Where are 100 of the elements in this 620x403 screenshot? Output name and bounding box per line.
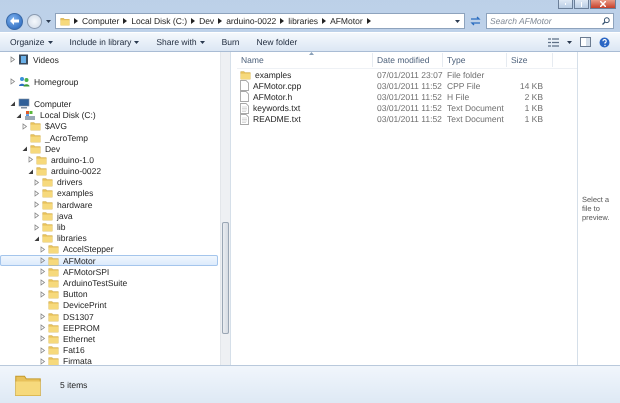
- column-header[interactable]: Size: [507, 53, 553, 67]
- search-icon: [602, 17, 610, 25]
- breadcrumb[interactable]: Local Disk (C:): [131, 16, 188, 26]
- caret-icon: [46, 20, 51, 22]
- tree-item[interactable]: AFMotorSPI: [0, 266, 218, 278]
- scrollbar[interactable]: [220, 52, 230, 365]
- folder-icon: [48, 345, 59, 356]
- minimize-button[interactable]: [558, 0, 573, 9]
- collapsed-arrow-icon[interactable]: [9, 56, 16, 64]
- tree-item[interactable]: examples: [0, 188, 218, 200]
- breadcrumb[interactable]: arduino-0022: [226, 16, 276, 26]
- address-bar[interactable]: Computer Local Disk (C:) Dev arduino-0022 libraries AFMotor: [55, 13, 465, 29]
- document-icon: [240, 91, 249, 102]
- tree-item[interactable]: Homegroup: [0, 76, 218, 88]
- toolbar-button[interactable]: Organize: [10, 37, 52, 47]
- tree-item[interactable]: Computer: [0, 98, 218, 110]
- close-icon: [600, 1, 606, 7]
- caret-icon: [200, 40, 205, 44]
- tree-item[interactable]: Dev: [0, 143, 218, 154]
- back-button[interactable]: [6, 12, 23, 30]
- tree-item[interactable]: DS1307: [0, 310, 218, 322]
- tree-item[interactable]: Ethernet: [0, 333, 218, 344]
- folder-icon: [48, 289, 59, 300]
- tree-item[interactable]: Button: [0, 288, 218, 300]
- size-cell-text: 2 KB: [524, 92, 544, 102]
- item-count: 5 items: [60, 380, 88, 390]
- search-field[interactable]: Search AFMotor: [486, 13, 614, 29]
- date-cell-text: 03/01/2011 11:52: [376, 103, 443, 114]
- tree-item[interactable]: _AcroTemp: [0, 132, 218, 144]
- folder-icon: [48, 244, 59, 254]
- chevron-icon: [280, 18, 284, 24]
- collapsed-arrow-icon[interactable]: [21, 122, 28, 130]
- folder-icon: [42, 233, 53, 244]
- expanded-arrow-icon[interactable]: [27, 168, 34, 175]
- folder-icon: [42, 210, 53, 221]
- preview-pane-icon[interactable]: [580, 37, 591, 47]
- tree-item[interactable]: Videos: [0, 54, 218, 66]
- column-header[interactable]: Date modified: [373, 53, 443, 67]
- file-name[interactable]: AFMotor.h: [253, 92, 292, 102]
- caret-icon: [455, 20, 460, 22]
- size-cell-text: 1 KB: [524, 103, 544, 114]
- tree-item[interactable]: java: [0, 210, 218, 222]
- refresh-icon[interactable]: [469, 15, 482, 27]
- document-icon: [240, 80, 249, 92]
- folder-icon: [42, 222, 53, 232]
- tree-item[interactable]: Firmata: [0, 356, 218, 365]
- tree-item[interactable]: hardware: [0, 199, 218, 210]
- breadcrumb[interactable]: Dev: [199, 16, 214, 26]
- tree-item[interactable]: arduino-0022: [0, 166, 218, 177]
- toolbar-button[interactable]: Burn: [222, 37, 240, 47]
- column-header[interactable]: Type: [443, 53, 507, 67]
- minimize-icon: [565, 3, 566, 5]
- tree-item[interactable]: $AVG: [0, 120, 218, 132]
- tree-item[interactable]: Local Disk (C:): [0, 110, 218, 121]
- collapsed-arrow-icon[interactable]: [9, 78, 16, 86]
- folder-icon: [48, 322, 59, 333]
- expanded-arrow-icon[interactable]: [33, 234, 40, 242]
- help-icon[interactable]: [599, 36, 610, 48]
- breadcrumb[interactable]: AFMotor: [330, 16, 363, 26]
- file-name[interactable]: examples: [255, 70, 292, 80]
- tree-item[interactable]: lib: [0, 221, 218, 233]
- tree-item[interactable]: AccelStepper: [0, 244, 218, 255]
- toolbar-button[interactable]: Include in library: [70, 37, 140, 47]
- tree-item[interactable]: libraries: [0, 232, 218, 244]
- size-cell-text: 14 KB: [518, 80, 544, 91]
- tree-item[interactable]: DevicePrint: [0, 300, 218, 311]
- maximize-button[interactable]: [574, 0, 589, 9]
- view-options-icon[interactable]: [548, 38, 559, 46]
- breadcrumb[interactable]: Computer: [82, 16, 120, 26]
- tree-item[interactable]: ArduinoTestSuite: [0, 277, 218, 289]
- file-name[interactable]: README.txt: [253, 114, 301, 124]
- tree-item[interactable]: arduino-1.0: [0, 154, 218, 166]
- chevron-icon: [191, 18, 196, 24]
- caret-icon: [567, 40, 572, 44]
- tree-item[interactable]: drivers: [0, 176, 218, 188]
- sort-arrow-icon: [309, 52, 314, 55]
- size-cell-text: 1 KB: [524, 114, 544, 124]
- folder-icon: [48, 278, 59, 288]
- toolbar-button[interactable]: New folder: [256, 37, 298, 47]
- tree-item[interactable]: AFMotor: [0, 255, 218, 266]
- file-name[interactable]: AFMotor.cpp: [253, 80, 302, 91]
- toolbar-button[interactable]: Share with: [156, 37, 205, 47]
- text-file-icon: [240, 102, 249, 114]
- folder-icon: [48, 256, 59, 266]
- folder-icon: [48, 356, 59, 365]
- tree-item[interactable]: EEPROM: [0, 322, 218, 334]
- expanded-arrow-icon[interactable]: [21, 145, 28, 152]
- folder-icon: [48, 266, 59, 277]
- collapsed-arrow-icon[interactable]: [27, 156, 34, 164]
- people-icon: [18, 76, 30, 88]
- close-button[interactable]: [590, 0, 616, 9]
- type-cell-text: Text Document: [446, 114, 505, 124]
- folder-icon: [48, 334, 59, 344]
- folder-icon: [240, 70, 251, 80]
- tree-item[interactable]: Fat16: [0, 344, 218, 356]
- date-cell-text: 03/01/2011 11:52: [376, 92, 443, 102]
- forward-button[interactable]: [27, 14, 42, 28]
- file-name[interactable]: keywords.txt: [253, 103, 300, 114]
- chevron-icon: [74, 18, 78, 24]
- breadcrumb[interactable]: libraries: [288, 16, 318, 26]
